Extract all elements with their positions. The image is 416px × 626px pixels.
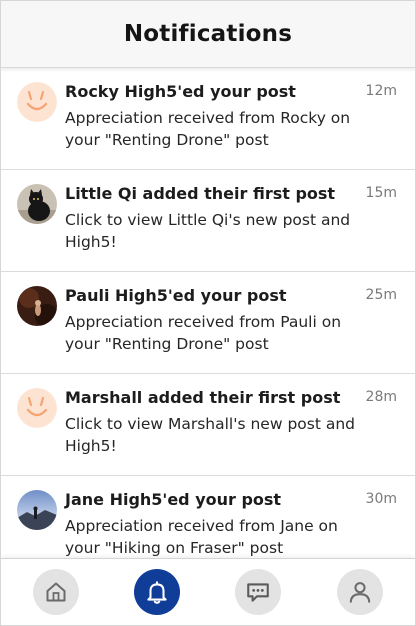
app-window: Notifications Rocky High5'ed your post A… [0, 0, 416, 626]
notification-title: Rocky High5'ed your post [65, 82, 296, 101]
notification-item[interactable]: Little Qi added their first post Click t… [1, 170, 415, 272]
smiley-avatar [17, 82, 57, 122]
notification-text: Marshall added their first post Click to… [65, 387, 357, 457]
notification-text: Jane High5'ed your post Appreciation rec… [65, 489, 357, 559]
notification-time: 12m [365, 83, 397, 99]
notification-body: Click to view Little Qi's new post and H… [65, 211, 351, 251]
notification-item[interactable]: Rocky High5'ed your post Appreciation re… [1, 68, 415, 170]
nav-home-button[interactable] [33, 569, 79, 615]
smiley-avatar [17, 388, 57, 428]
header-bar: Notifications [1, 1, 415, 68]
nav-notifications-button[interactable] [134, 569, 180, 615]
notification-body: Appreciation received from Pauli on your… [65, 313, 342, 353]
notification-body: Click to view Marshall's new post and Hi… [65, 415, 356, 455]
notification-text: Little Qi added their first post Click t… [65, 183, 357, 253]
chat-icon [247, 583, 269, 602]
notification-time: 30m [365, 491, 397, 507]
user-icon [349, 582, 371, 603]
notification-text: Pauli High5'ed your post Appreciation re… [65, 285, 357, 355]
landscape-photo-avatar [17, 490, 57, 530]
nav-profile-button[interactable] [337, 569, 383, 615]
notification-text: Rocky High5'ed your post Appreciation re… [65, 81, 357, 151]
notification-item[interactable]: Pauli High5'ed your post Appreciation re… [1, 272, 415, 374]
bell-icon [147, 581, 167, 604]
page-title: Notifications [123, 21, 293, 47]
notification-body: Appreciation received from Jane on your … [65, 517, 338, 557]
notification-item[interactable]: Marshall added their first post Click to… [1, 374, 415, 476]
notification-time: 25m [365, 287, 397, 303]
notification-title: Marshall added their first post [65, 388, 341, 407]
cat-photo-avatar [17, 184, 57, 224]
notification-title: Jane High5'ed your post [65, 490, 282, 509]
notification-time: 28m [365, 389, 397, 405]
notification-title: Pauli High5'ed your post [65, 286, 287, 305]
nav-messages-button[interactable] [235, 569, 281, 615]
notification-list[interactable]: Rocky High5'ed your post Appreciation re… [1, 68, 415, 559]
notification-body: Appreciation received from Rocky on your… [65, 109, 351, 149]
bottom-nav-bar [1, 558, 415, 625]
home-icon [46, 582, 66, 602]
notification-item[interactable]: Jane High5'ed your post Appreciation rec… [1, 476, 415, 559]
dark-photo-avatar [17, 286, 57, 326]
notification-title: Little Qi added their first post [65, 184, 336, 203]
notification-time: 15m [365, 185, 397, 201]
